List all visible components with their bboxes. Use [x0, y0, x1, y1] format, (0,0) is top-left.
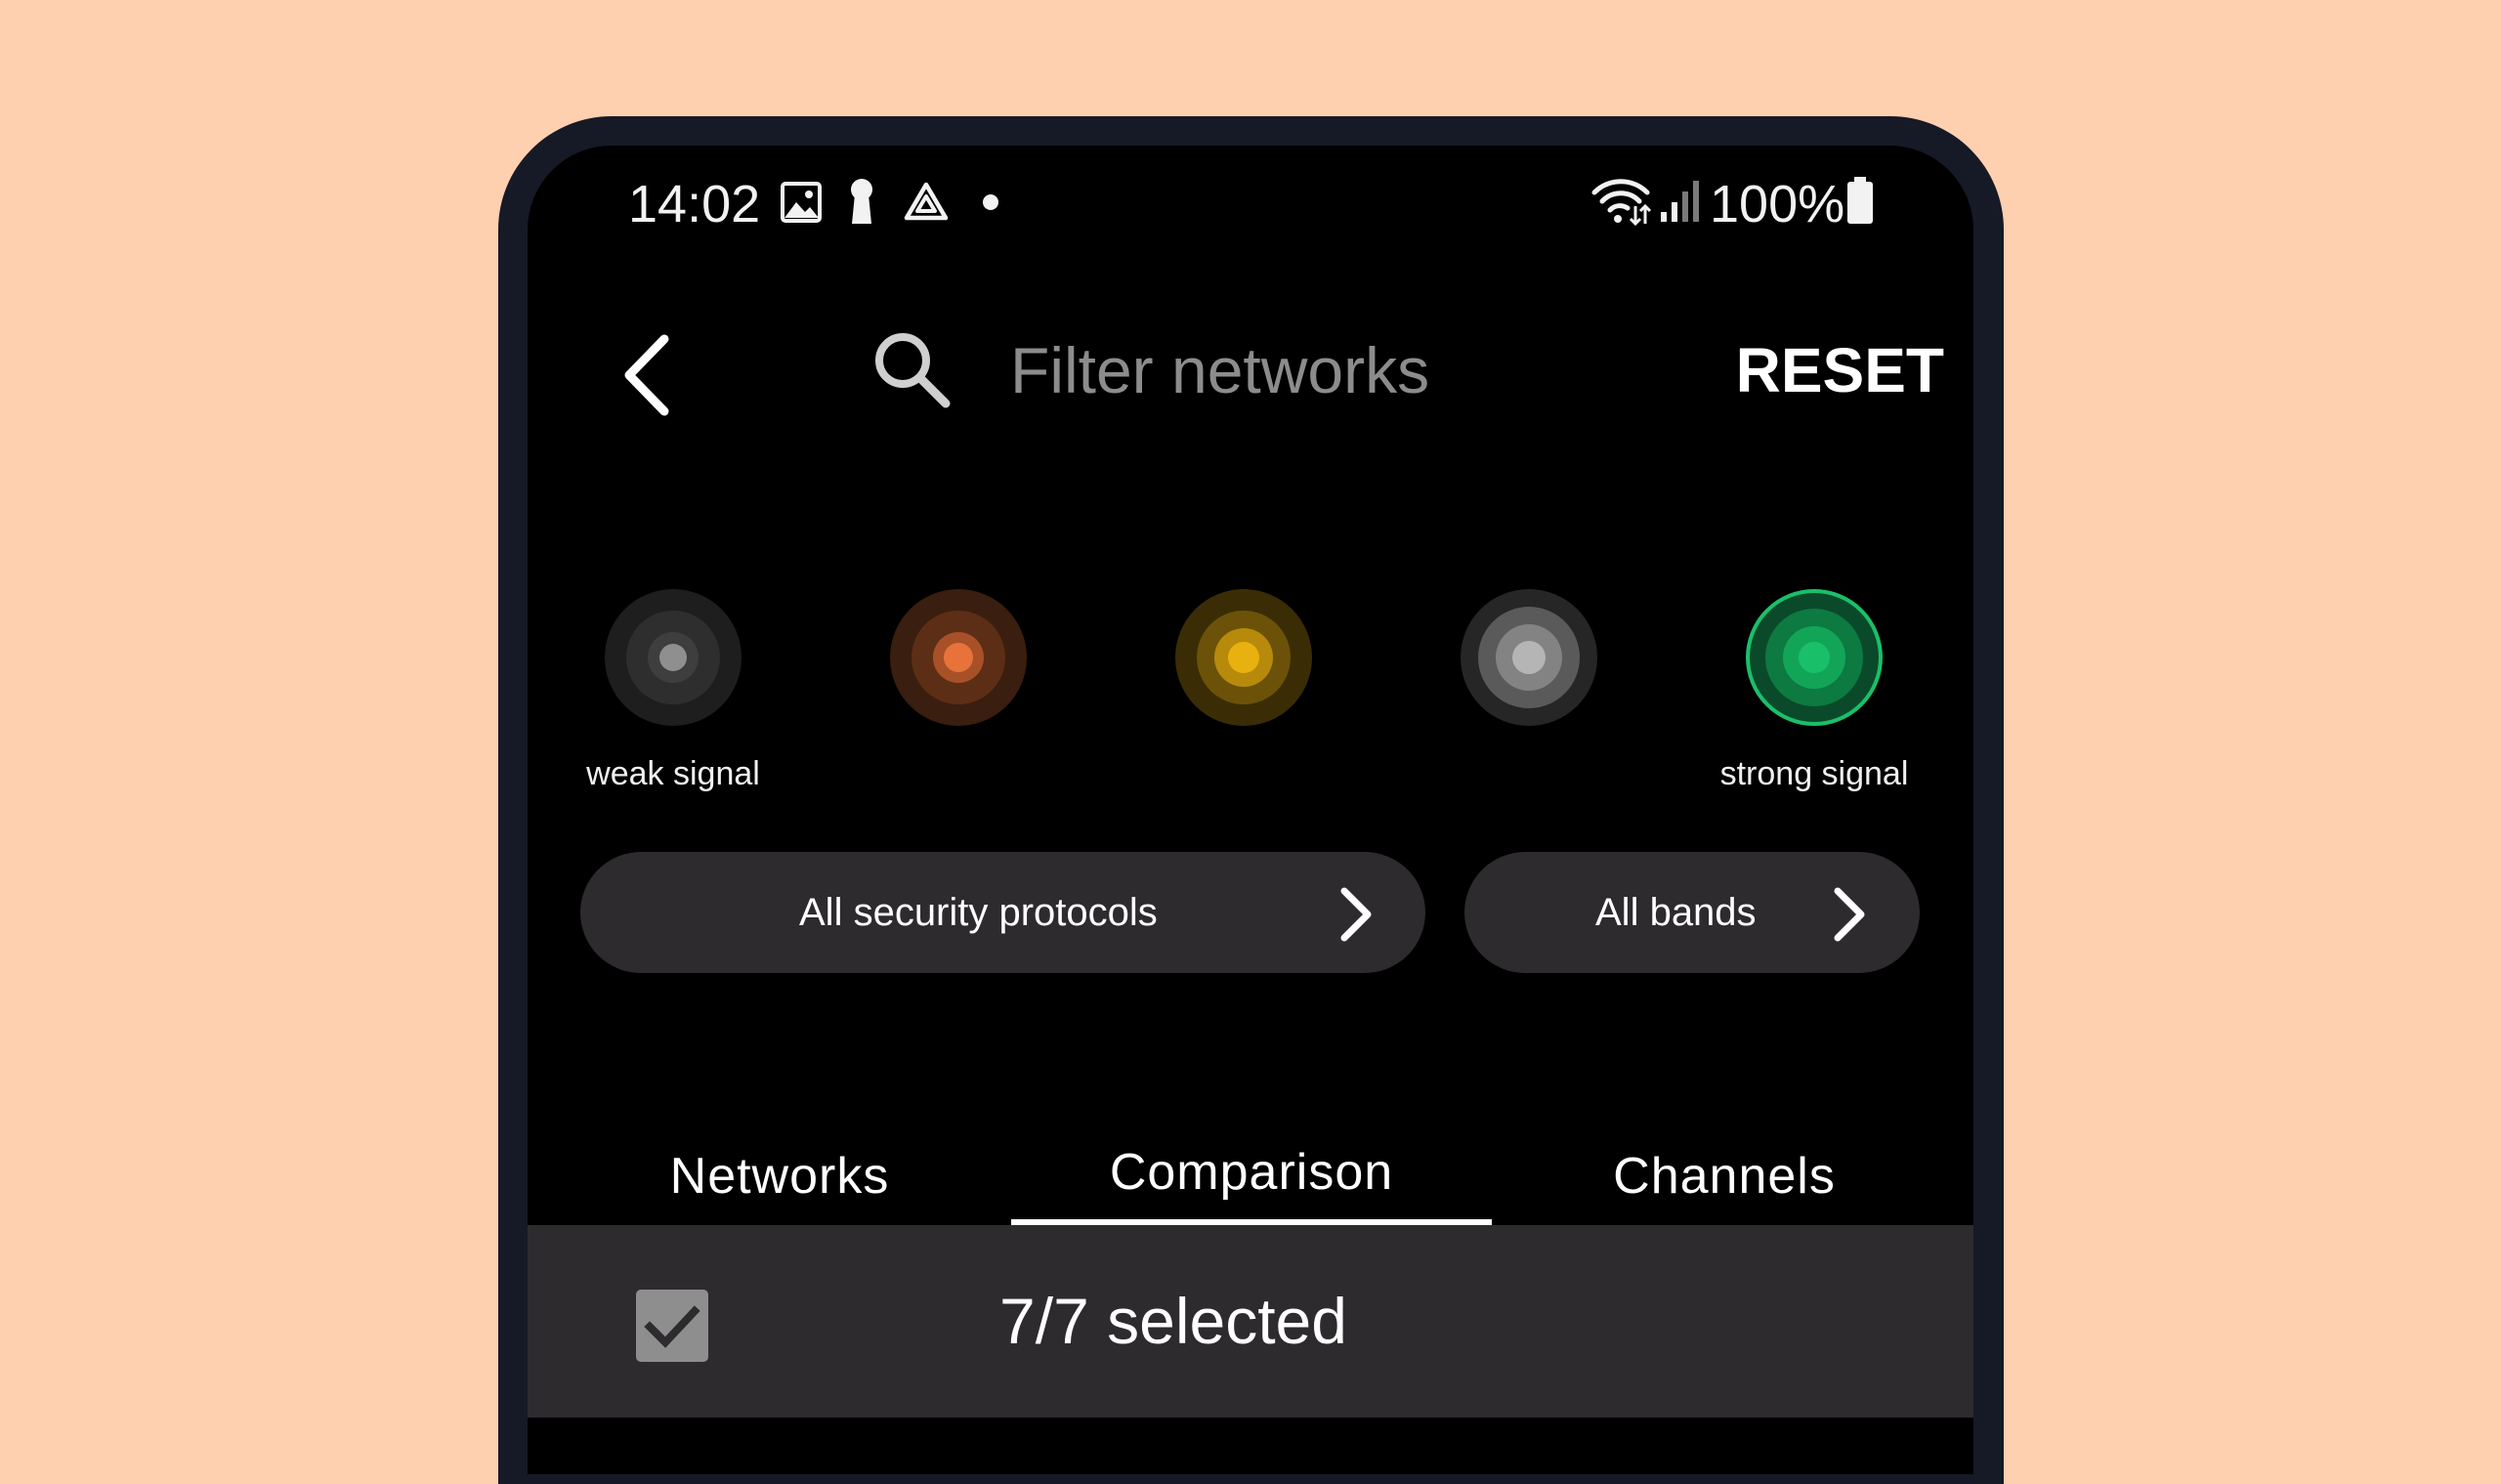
status-time: 14:02	[628, 175, 761, 233]
signal-strong-button[interactable]	[1744, 587, 1885, 728]
search-icon	[875, 333, 951, 408]
tab-comparison[interactable]: Comparison	[1011, 1119, 1492, 1226]
wifi-icon	[1591, 179, 1651, 226]
selection-bar: 7/7 selected	[528, 1225, 1973, 1418]
bands-label: All bands	[1595, 891, 1757, 934]
select-all-checkbox[interactable]	[636, 1290, 708, 1362]
signal-low-button[interactable]	[888, 587, 1029, 728]
reset-button[interactable]: RESET	[1729, 331, 1944, 409]
signal-good-button[interactable]	[1459, 587, 1599, 728]
bands-dropdown[interactable]: All bands	[1464, 852, 1920, 973]
signal-weak-label: weak signal	[586, 755, 760, 792]
security-protocols-dropdown[interactable]: All security protocols	[580, 852, 1425, 973]
dot-icon	[983, 194, 998, 210]
tab-networks[interactable]: Networks	[555, 1123, 1004, 1230]
cell-signal-icon	[1661, 181, 1699, 222]
chevron-left-icon[interactable]	[614, 331, 682, 419]
search-input[interactable]: Filter networks	[1010, 331, 1429, 409]
tab-channels[interactable]: Channels	[1500, 1123, 1949, 1230]
battery-percentage: 100%	[1710, 175, 1845, 233]
signal-weak-button[interactable]	[603, 587, 743, 728]
signal-medium-button[interactable]	[1173, 587, 1314, 728]
signal-strong-label: strong signal	[1719, 755, 1909, 792]
chevron-right-icon	[1834, 887, 1865, 942]
battery-icon	[1847, 177, 1873, 224]
security-protocols-label: All security protocols	[799, 891, 1158, 934]
keyhole-icon	[851, 179, 872, 224]
image-icon	[781, 182, 822, 223]
chevron-right-icon	[1340, 887, 1372, 942]
selection-count: 7/7 selected	[999, 1285, 1347, 1357]
drive-icon	[904, 182, 949, 221]
phone-screen: 14:02 100% Filter networks RESET weak si…	[528, 146, 1973, 1474]
checkmark-icon	[644, 1305, 700, 1348]
